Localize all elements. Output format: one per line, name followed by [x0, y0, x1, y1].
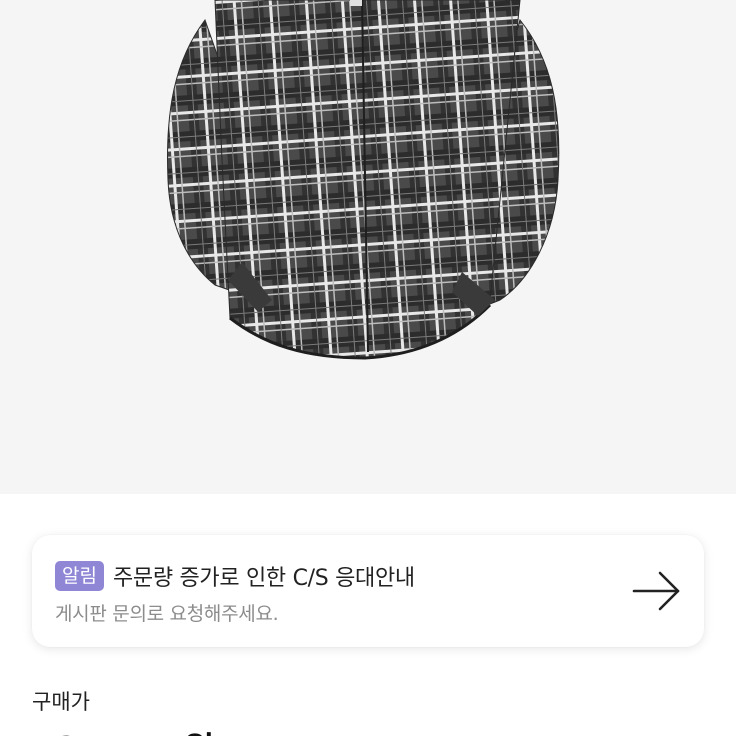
notice-subtitle: 게시판 문의로 요청해주세요. [55, 603, 279, 625]
notice-header: 알림 주문량 증가로 인한 C/S 응대안내 [55, 560, 415, 592]
plaid-shirt-illustration [167, 0, 560, 360]
notice-badge: 알림 [55, 561, 104, 591]
arrow-right-icon[interactable] [632, 569, 682, 613]
notice-banner[interactable]: 알림 주문량 증가로 인한 C/S 응대안내 게시판 문의로 요청해주세요. [32, 535, 704, 647]
product-detail-page: 알림 주문량 증가로 인한 C/S 응대안내 게시판 문의로 요청해주세요. 구… [0, 0, 736, 736]
price-value: 129,000원 [32, 722, 215, 736]
price-label: 구매가 [32, 690, 90, 714]
product-image[interactable] [0, 0, 736, 494]
notice-title: 주문량 증가로 인한 C/S 응대안내 [112, 566, 415, 591]
